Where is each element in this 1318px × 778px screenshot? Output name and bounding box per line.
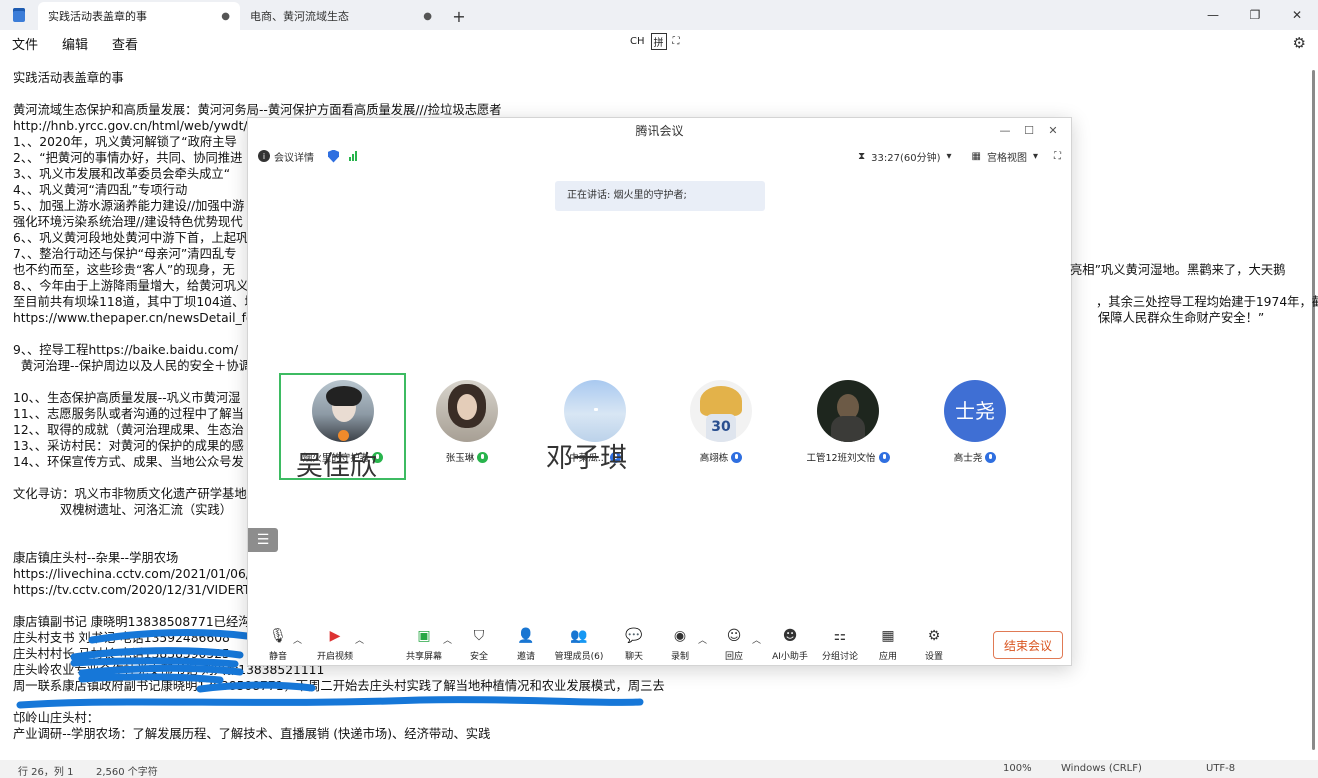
record-icon: ◉	[673, 628, 687, 644]
participant-name: 高翊栋	[661, 450, 781, 464]
menu-view[interactable]: 查看	[100, 34, 150, 53]
meeting-minimize-button[interactable]: —	[993, 118, 1017, 144]
avatar: 30	[690, 380, 752, 442]
editor-line-fragment: 保障人民群众生命财产安全！”	[1098, 311, 1265, 325]
speaking-indicator: 正在讲话: 烟火里的守护者;	[555, 181, 765, 211]
meeting-info-button[interactable]: 会议详情	[274, 149, 314, 164]
avatar	[564, 380, 626, 442]
settings-gear-icon[interactable]: ⚙	[1293, 34, 1306, 52]
unsaved-dot-icon[interactable]: ●	[423, 11, 432, 22]
invite-button[interactable]: 👤 邀请	[496, 627, 556, 662]
ime-indicator: CH 拼 ⛶	[630, 33, 680, 50]
meeting-control-bar: 🎙 静音 ︿ ▶ 开启视频 ︿ ▣ 共享屏幕 ︿ ⛉ 安全 👤 邀请 👥 管理成…	[248, 623, 1073, 667]
mic-icon	[878, 451, 890, 463]
fullscreen-icon[interactable]: ⛶	[1054, 151, 1061, 162]
meeting-maximize-button[interactable]: ☐	[1017, 118, 1041, 144]
mic-icon: 🎙	[269, 628, 287, 644]
signal-icon[interactable]	[349, 151, 357, 161]
mic-icon	[477, 451, 489, 463]
unsaved-dot-icon[interactable]: ●	[221, 11, 230, 22]
encoding[interactable]: UTF-8	[1206, 763, 1235, 774]
participant-name: 高士尧	[915, 450, 1035, 464]
avatar	[436, 380, 498, 442]
settings-icon: ⚙	[927, 628, 941, 644]
name-overlay: 吴佳欣	[296, 451, 377, 482]
chevron-up-icon[interactable]: ︿	[293, 633, 302, 646]
char-count: 2,560 个字符	[96, 767, 158, 778]
editor-line: 黄河流域生态保护和高质量发展：黄河河务局--黄河保护方面看高质量发展///捡垃圾…	[13, 103, 502, 117]
menu-file[interactable]: 文件	[0, 34, 50, 53]
maximize-button[interactable]: ❐	[1234, 0, 1276, 30]
shield-icon[interactable]	[328, 149, 339, 163]
cursor-position: 行 26，列 1	[18, 767, 74, 778]
meeting-close-button[interactable]: ✕	[1041, 118, 1065, 144]
close-button[interactable]: ✕	[1276, 0, 1318, 30]
chevron-down-icon[interactable]: ▾	[946, 151, 951, 162]
manage-members-button[interactable]: 👥 管理成员(6)	[549, 627, 609, 662]
apps-icon: ▦	[881, 628, 895, 644]
participant-name: 张玉琳	[407, 450, 527, 464]
participant-tile[interactable]: 士尧 高士尧	[915, 380, 1035, 464]
chevron-down-icon[interactable]: ▾	[1033, 151, 1038, 162]
grid-view-icon[interactable]: ▦	[972, 151, 981, 162]
participant-tile[interactable]: 工管12班刘文怡	[788, 380, 908, 464]
participant-name: 工管12班刘文怡	[788, 450, 908, 464]
view-mode-button[interactable]: 宫格视图	[987, 149, 1027, 164]
tab-ecommerce[interactable]: 电商、黄河流域生态 ●	[240, 2, 442, 30]
invite-icon: 👤	[517, 628, 535, 644]
meeting-timer[interactable]: 33:27(60分钟)	[871, 149, 940, 164]
mic-icon	[731, 451, 743, 463]
chat-icon: 💬	[625, 628, 643, 644]
security-icon: ⛉	[473, 628, 485, 644]
breakout-icon: ⚏	[833, 628, 847, 644]
meeting-toolbar: i 会议详情 ⧗ 33:27(60分钟) ▾ ▦ 宫格视图 ▾ ⛶	[248, 144, 1071, 168]
meeting-window: 腾讯会议 — ☐ ✕ i 会议详情 ⧗ 33:27(60分钟) ▾ ▦ 宫格视图…	[247, 117, 1072, 666]
avatar	[817, 380, 879, 442]
ai-assistant-icon: ☻	[782, 628, 798, 644]
participant-tile[interactable]: 30 高翊栋	[661, 380, 781, 464]
tab-label: 电商、黄河流域生态	[250, 10, 349, 23]
editor-line: 邙岭山庄头村：	[13, 711, 100, 725]
title-bar: 实践活动表盖章的事 ● 电商、黄河流域生态 ● + — ❐ ✕	[0, 0, 1318, 30]
editor-line-fragment: ，其余三处控导工程均始建于1974年，截	[1096, 295, 1318, 309]
editor-line-fragment: 亮相”巩义黄河湿地。黑鹳来了，大天鹅	[1070, 263, 1286, 277]
members-icon: 👥	[570, 628, 588, 644]
chevron-up-icon[interactable]: ︿	[355, 633, 364, 646]
tab-practice-stamp[interactable]: 实践活动表盖章的事 ●	[38, 2, 240, 30]
ime-ch-label[interactable]: CH	[630, 36, 645, 47]
meeting-settings-button[interactable]: ⚙ 设置	[904, 627, 964, 662]
zoom-level[interactable]: 100%	[1003, 763, 1032, 774]
vertical-scrollbar[interactable]	[1312, 70, 1315, 750]
share-screen-icon: ▣	[417, 628, 431, 644]
ime-pinyin-label[interactable]: 拼	[650, 33, 667, 50]
status-bar: 行 26，列 1 2,560 个字符 100% Windows (CRLF) U…	[0, 760, 1318, 778]
avatar	[312, 380, 374, 442]
info-icon[interactable]: i	[258, 150, 270, 162]
meeting-title-bar: 腾讯会议 — ☐ ✕	[248, 118, 1071, 144]
meeting-title: 腾讯会议	[635, 124, 684, 138]
line-ending[interactable]: Windows (CRLF)	[1061, 763, 1142, 774]
hourglass-icon: ⧗	[858, 150, 866, 162]
editor-line: 实践活动表盖章的事	[13, 71, 124, 85]
notepad-app-icon	[0, 0, 38, 30]
end-meeting-button[interactable]: 结束会议	[993, 631, 1063, 659]
video-off-icon: ▶	[329, 628, 341, 644]
new-tab-button[interactable]: +	[442, 2, 476, 30]
reaction-icon: ☺	[726, 628, 742, 644]
tab-label: 实践活动表盖章的事	[48, 10, 147, 23]
editor-line: 周一联系康店镇政府副书记康晓明13838508771，下周二开始去庄头村实践了解…	[13, 679, 665, 693]
menu-edit[interactable]: 编辑	[50, 34, 100, 53]
editor-line: 产业调研--学朋农场：了解发展历程、了解技术、直播展销 (快递市场)、经济带动、…	[13, 727, 491, 741]
participant-tile[interactable]: 张玉琳	[407, 380, 527, 464]
list-toggle-icon[interactable]: ☰	[248, 528, 278, 552]
mic-icon	[985, 451, 997, 463]
ime-expand-icon[interactable]: ⛶	[673, 36, 680, 47]
avatar: 士尧	[944, 380, 1006, 442]
minimize-button[interactable]: —	[1192, 0, 1234, 30]
name-overlay: 邓子琪	[546, 443, 627, 474]
